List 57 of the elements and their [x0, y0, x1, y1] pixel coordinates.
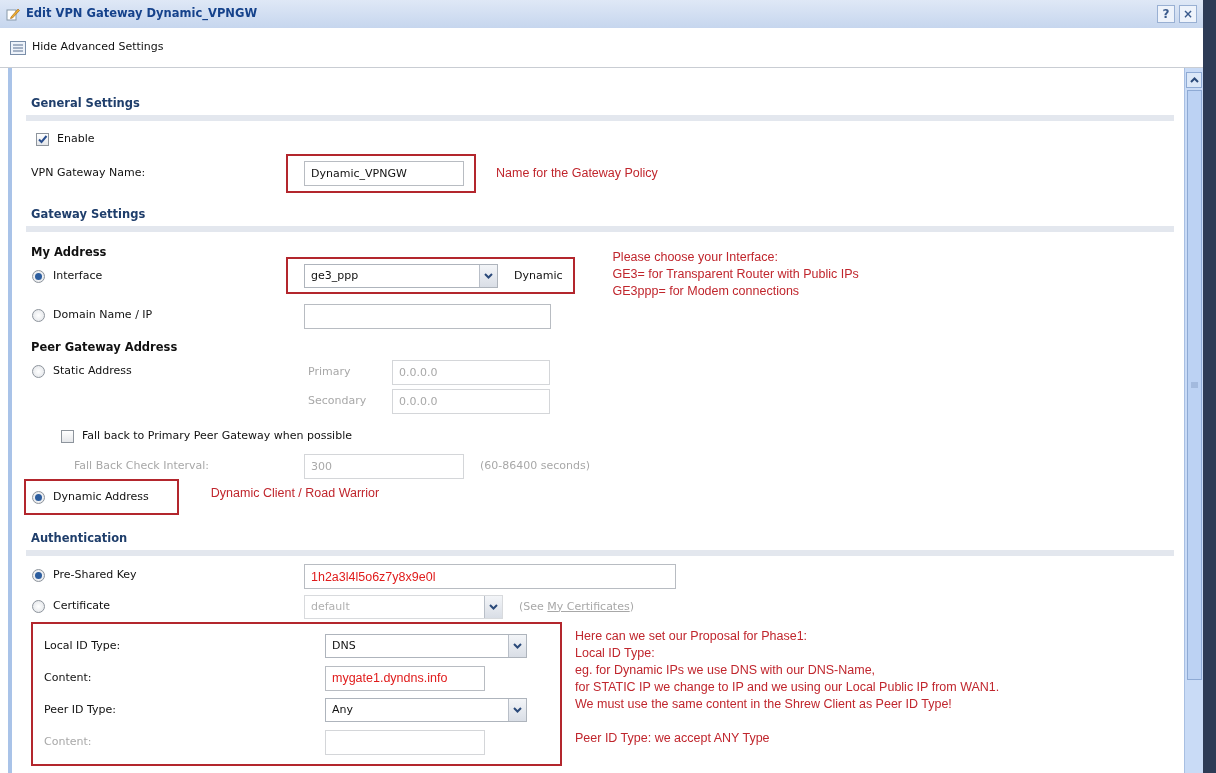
- checkbox[interactable]: [36, 133, 49, 146]
- caret-icon: [484, 273, 493, 279]
- field-label: Peer ID Type:: [44, 701, 117, 718]
- caret-icon: [1189, 77, 1199, 83]
- field-label: VPN Gateway Name:: [31, 165, 147, 182]
- radio-label: Static Address: [53, 362, 132, 379]
- radio-button[interactable]: [32, 568, 45, 582]
- radio-button[interactable]: [32, 269, 45, 283]
- close-button[interactable]: ×: [1179, 5, 1197, 23]
- dropdown[interactable]: Any: [325, 698, 527, 722]
- caret-icon: [489, 604, 498, 610]
- certificates-hint: (60-86400 seconds): [480, 457, 590, 474]
- certificates-hint: (See My Certificates): [519, 598, 634, 615]
- field-label: Fall Back Check Interval:: [74, 457, 211, 474]
- subheading: Peer Gateway Address: [31, 338, 178, 356]
- text-field[interactable]: Dynamic_VPNGW: [304, 161, 464, 186]
- annotation-note: Dynamic Client / Road Warrior: [210, 485, 380, 502]
- radio-label: Dynamic Address: [53, 488, 149, 505]
- subheading: My Address: [31, 243, 107, 261]
- caret-icon: [513, 707, 522, 713]
- radio-button[interactable]: [32, 364, 45, 378]
- section-heading: Gateway Settings: [31, 205, 147, 223]
- checkbox-label: Fall back to Primary Peer Gateway when possible: [82, 428, 352, 445]
- suffix-label: Dynamic: [514, 267, 563, 284]
- field-label: Primary: [308, 364, 352, 381]
- text-field[interactable]: 1h2a3l4l5o6z7y8x9e0l: [304, 564, 676, 589]
- radio-button[interactable]: [32, 308, 45, 322]
- checkbox[interactable]: [61, 430, 74, 443]
- list-icon: [10, 40, 26, 55]
- field-label: Content:: [44, 733, 93, 750]
- section-heading: Authentication: [31, 529, 129, 547]
- section-heading: General Settings: [31, 94, 141, 112]
- radio-button[interactable]: [32, 490, 45, 504]
- scroll-up-button[interactable]: [1186, 72, 1202, 88]
- dropdown[interactable]: ge3_ppp: [304, 264, 498, 288]
- annotation-note: Here can we set our Proposal for Phase1: Local ID Type: eg. for Dynamic IPs we use DNS with our DNS-Name, for STATIC IP we change to IP and we using our Local Public IP from WAN1. We must use the same content in the Shrew Client as Peer ID Type! Peer ID Type: we accept ANY Type: [575, 628, 1000, 747]
- hide-advanced-settings-link[interactable]: Hide Advanced Settings: [32, 39, 164, 56]
- field-label: Local ID Type:: [44, 637, 122, 654]
- radio-label: Interface: [53, 267, 103, 284]
- dropdown[interactable]: DNS: [325, 634, 527, 658]
- field-label: Content:: [44, 669, 93, 686]
- field-label: Secondary: [308, 393, 368, 410]
- radio-label: Domain Name / IP: [53, 306, 153, 323]
- text-field[interactable]: [304, 304, 551, 329]
- text-field[interactable]: mygate1.dyndns.info: [325, 665, 485, 691]
- annotation-note: Name for the Gateway Policy: [496, 165, 658, 182]
- caret-icon: [513, 643, 522, 649]
- pencil-icon: [6, 7, 20, 21]
- annotation-note: Please choose your Interface: GE3= for Transparent Router with Public IPs GE3ppp= for Modem connections: [612, 249, 859, 300]
- scrollbar[interactable]: [1184, 68, 1203, 773]
- help-button[interactable]: ?: [1157, 5, 1175, 23]
- scroll-thumb[interactable]: [1186, 90, 1202, 680]
- radio-label: Certificate: [53, 597, 111, 614]
- window-title: Edit VPN Gateway Dynamic_VPNGW: [26, 5, 258, 23]
- radio-button[interactable]: [32, 599, 45, 613]
- radio-label: Pre-Shared Key: [53, 566, 137, 583]
- checkbox-label: Enable: [57, 131, 95, 148]
